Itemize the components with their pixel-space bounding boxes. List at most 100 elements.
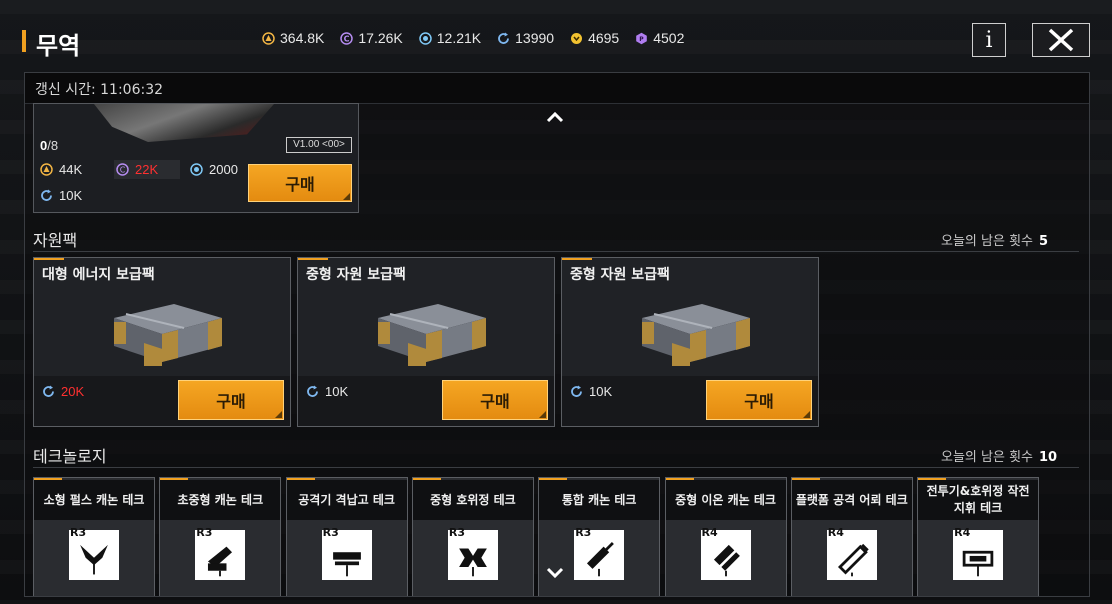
technology-card[interactable]: 초중형 캐논 테크 R3 [159,477,282,596]
resource-2: C 17.26K [340,30,403,46]
shop-panel[interactable]: 갱신 시간: 11:06:32 0/8 V1.00 <00> 44K C 22K 20… [24,72,1090,597]
supply-crate-image [114,304,222,366]
card-accent [298,258,554,260]
blue-crystal-icon [190,163,203,176]
svg-text:C: C [120,166,126,175]
technology-card[interactable]: 공격기 격납고 테크 R3 [285,477,408,596]
cycle-token-icon [306,385,319,398]
tech-name: 중형 이온 캐논 테크 [665,480,786,520]
price-value: 10K [59,188,83,203]
tech-name: 소형 펄스 캐논 테크 [34,480,154,520]
supply-crate-image [642,304,750,366]
resource-value: 364.8K [280,30,325,46]
tech-name-label: 공격기 격납고 테크 [298,492,395,507]
svg-text:C: C [344,34,350,43]
cycle-token-icon [497,32,510,45]
cycle-token-icon [40,189,53,202]
price-value: 20K [61,384,85,399]
tech-name-label: 중형 호위정 테크 [430,492,516,507]
technology-card[interactable]: 소형 펄스 캐논 테크 R3 [33,477,155,596]
pack-price: 10K [570,384,612,399]
resource-4: 13990 [497,30,554,46]
pack-buy-button[interactable]: 구매 [442,380,548,420]
gold-medal-icon [570,32,583,45]
purple-credit-icon: C [340,31,354,45]
price-value: 2000 [209,162,238,177]
technology-card[interactable]: 전투기&호위정 작전 지휘 테크 R4 [917,477,1040,596]
card-accent [34,258,290,260]
supply-crate-image [378,304,486,366]
resource-5: 4695 [570,30,619,46]
svg-text:P: P [640,36,645,43]
tech-tier: R4 [701,526,718,539]
featured-price-2: C 22K [114,160,181,179]
close-button[interactable] [1032,23,1090,57]
tech-tier: R3 [196,526,213,539]
refresh-bar: 갱신 시간: 11:06:32 [25,73,1089,104]
resource-value: 13990 [515,30,555,46]
tech-tier: R4 [827,526,844,539]
technology-remaining: 오늘의 남은 횟수 10 [941,450,1058,465]
price-value: 10K [589,384,613,399]
pack-buy-button[interactable]: 구매 [706,380,812,420]
tech-name: 전투기&호위정 작전 지휘 테크 [918,480,1039,520]
technology-card[interactable]: 중형 이온 캐논 테크 R4 [664,477,787,596]
resource-pack-card[interactable]: 대형 에너지 보급팩 20K 구매 [33,257,291,427]
price-value: 22K [135,162,159,177]
divider [33,251,1079,252]
technology-card[interactable]: 중형 호위정 테크 R3 [411,477,534,596]
technology-card[interactable]: 플랫폼 공격 어뢰 테크 R4 [790,477,913,596]
pack-name: 중형 자원 보급팩 [306,267,406,283]
resource-pack-title: 자원팩 [33,231,78,250]
tech-name: 통합 캐논 테크 [539,480,660,520]
tech-name-label: 통합 캐논 테크 [561,492,637,507]
purple-gem-icon: P [635,32,648,45]
cycle-token-icon [42,385,55,398]
tech-tier: R3 [70,526,87,539]
divider [33,467,1079,468]
resource-pack-card[interactable]: 중형 자원 보급팩 10K 구매 [561,257,819,427]
info-icon: i [985,27,993,53]
pack-buy-button[interactable]: 구매 [178,380,284,420]
energy-core-icon [262,31,275,45]
purchase-count: 0/8 [40,138,59,153]
price-value: 44K [59,162,83,177]
featured-price-3: 2000 [190,162,238,177]
tech-name: 중형 호위정 테크 [412,480,533,520]
tech-name-label: 전투기&호위정 작전 지휘 테크 [926,484,1030,515]
close-icon [1048,28,1074,52]
pack-price: 10K [306,384,348,399]
buy-label: 구매 [480,392,510,411]
resource-value: 17.26K [358,30,403,46]
tech-name-label: 소형 펄스 캐논 테크 [43,492,145,507]
tech-tier: R4 [954,526,971,539]
top-bar: 무역 364.8K C 17.26K 12.21K 13990 4695 P 4502 i [0,0,1112,76]
featured-buy-button[interactable]: 구매 [248,164,352,202]
resource-value: 4502 [653,30,685,46]
purple-credit-icon: C [116,163,129,176]
tech-tier: R3 [322,526,339,539]
featured-item-card[interactable]: 0/8 V1.00 <00> 44K C 22K 2000 10K 구매 [33,103,359,213]
resource-value: 12.21K [436,30,482,46]
buy-label: 구매 [216,392,246,411]
price-value: 10K [325,384,349,399]
tech-tier: R3 [575,526,592,539]
pack-name: 중형 자원 보급팩 [570,267,670,283]
pack-price: 20K [42,384,84,399]
resource-value: 4695 [588,30,620,46]
resource-6: P 4502 [635,30,684,46]
resource-pack-card[interactable]: 중형 자원 보급팩 10K 구매 [297,257,555,427]
resource-pack-remaining: 오늘의 남은 횟수 5 [941,234,1049,249]
tech-name-label: 중형 이온 캐논 테크 [675,492,776,507]
tech-name: 공격기 격납고 테크 [286,480,407,520]
ship-module-image [94,104,274,142]
info-button[interactable]: i [972,23,1006,57]
resource-bar: 364.8K C 17.26K 12.21K 13990 4695 P 4502 [262,30,700,46]
featured-price-1: 44K [40,162,82,177]
scroll-up-icon[interactable] [546,107,564,128]
scroll-down-icon[interactable] [546,563,564,584]
blue-crystal-icon [419,31,432,45]
pack-name: 대형 에너지 보급팩 [42,267,155,283]
energy-core-icon [40,163,53,176]
card-accent [562,258,818,260]
